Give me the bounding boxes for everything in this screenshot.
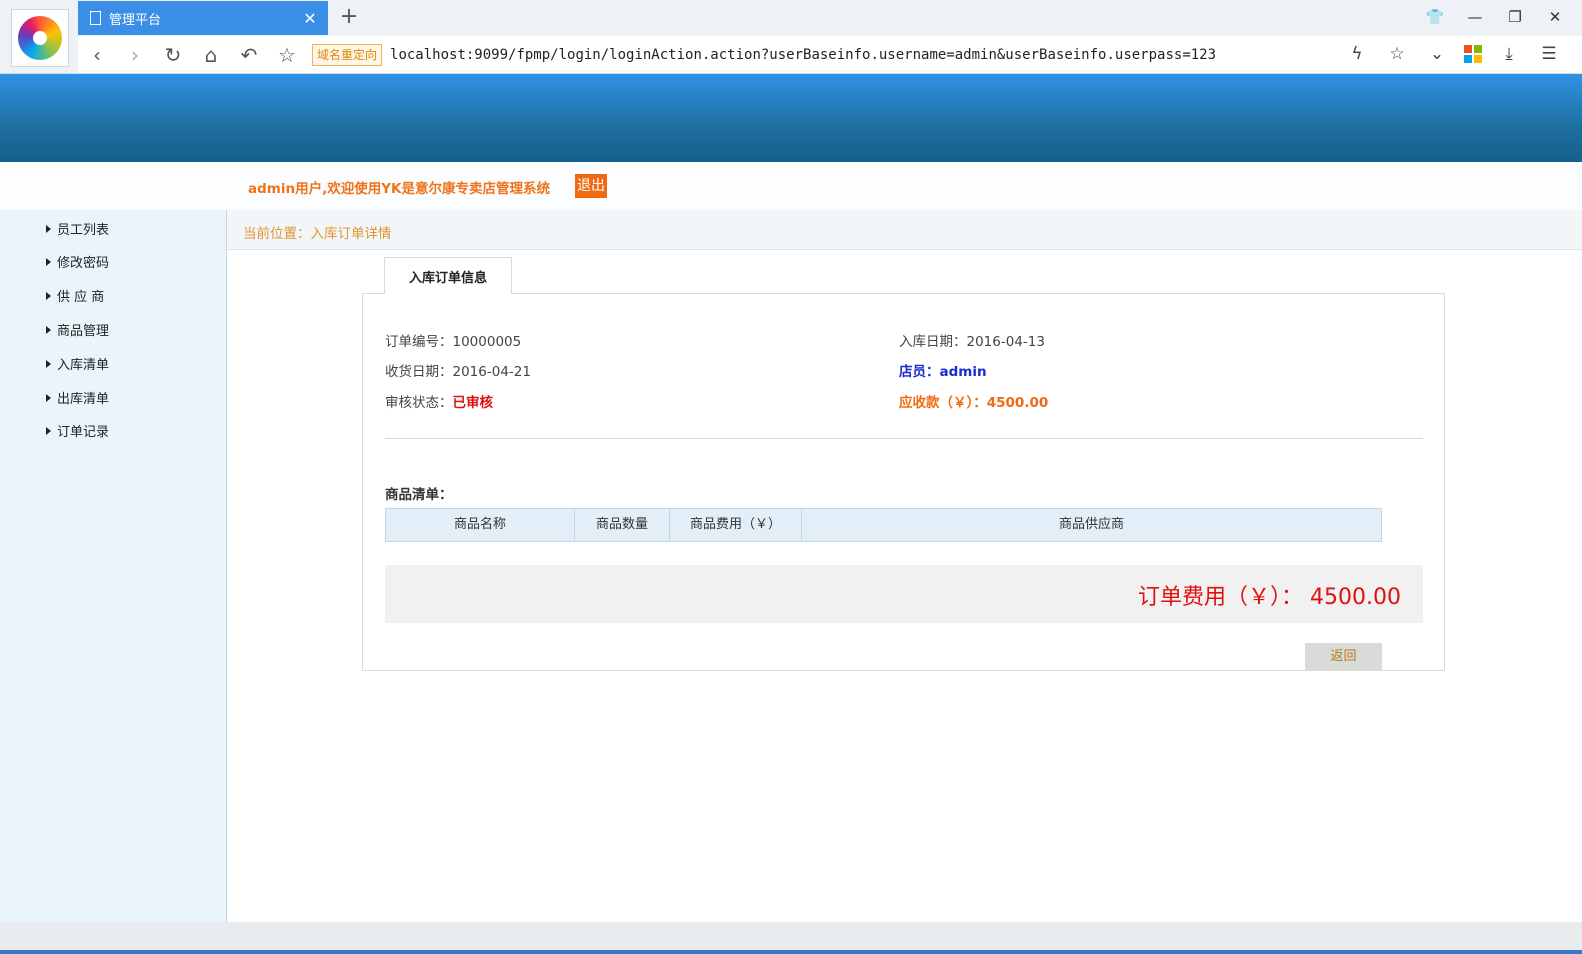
stock-date: 2016-04-13	[966, 334, 1045, 350]
status-bar	[0, 922, 1582, 950]
browser-chrome: 管理平台 ✕ + 👕 — ❐ ✕ ‹ › ↻ ⌂ ↶ ☆ 域名重定向 local…	[0, 0, 1582, 74]
redirect-badge[interactable]: 域名重定向	[312, 43, 383, 66]
clerk: admin	[939, 364, 987, 380]
sidebar-item-stock-in[interactable]: 入库清单	[46, 354, 109, 373]
triangle-right-icon	[46, 359, 51, 368]
tab-title: 管理平台	[109, 12, 162, 28]
receivable-amount: 4500.00	[986, 395, 1049, 411]
divider	[385, 438, 1423, 439]
star-icon[interactable]: ☆	[268, 40, 306, 70]
chevron-down-icon[interactable]: ⌄	[1424, 40, 1450, 68]
welcome-text: admin用户,欢迎使用YK是意尔康专卖店管理系统	[248, 181, 550, 197]
home-icon[interactable]: ⌂	[192, 40, 230, 70]
audit-status-field: 审核状态：已审核	[385, 395, 494, 411]
clerk-field: 店员：admin	[899, 364, 987, 380]
triangle-right-icon	[46, 257, 51, 266]
url-input[interactable]: localhost:9099/fpmp/login/loginAction.ac…	[390, 47, 1340, 63]
menu-icon[interactable]: ☰	[1536, 40, 1562, 68]
lightning-icon[interactable]: ϟ	[1344, 40, 1370, 68]
browser-tab[interactable]: 管理平台 ✕	[78, 1, 328, 35]
order-number: 10000005	[452, 334, 522, 350]
triangle-right-icon	[46, 224, 51, 233]
download-icon[interactable]: ⤓	[1496, 40, 1522, 68]
sidebar-item-stock-out[interactable]: 出库清单	[46, 388, 109, 407]
stock-date-field: 入库日期：2016-04-13	[899, 334, 1045, 350]
close-window-icon[interactable]: ✕	[1542, 4, 1568, 30]
breadcrumb: 当前位置：入库订单详情	[243, 226, 392, 242]
reload-icon[interactable]: ↻	[154, 40, 192, 70]
sidebar-item-password[interactable]: 修改密码	[46, 252, 109, 271]
back-button[interactable]: 返回	[1305, 643, 1382, 671]
restore-icon[interactable]: ❐	[1502, 4, 1528, 30]
welcome-bar: admin用户,欢迎使用YK是意尔康专卖店管理系统 退出	[0, 162, 1582, 210]
triangle-right-icon	[46, 426, 51, 435]
receive-date: 2016-04-21	[452, 364, 531, 380]
product-table-header: 商品名称 商品数量 商品费用（￥） 商品供应商	[385, 508, 1382, 542]
back-icon[interactable]: ‹	[78, 40, 116, 70]
audit-status: 已审核	[452, 395, 494, 411]
triangle-right-icon	[46, 393, 51, 402]
window-controls: 👕 — ❐ ✕	[1422, 4, 1568, 30]
column-header-supplier: 商品供应商	[1058, 517, 1124, 532]
product-list-title: 商品清单：	[385, 487, 453, 503]
sidebar: 员工列表 修改密码 供 应 商 商品管理 入库清单 出库清单 订单记录	[0, 210, 227, 922]
bookmark-star-icon[interactable]: ☆	[1384, 40, 1410, 68]
url-actions: ϟ ☆ ⌄ ⤓ ☰	[1344, 40, 1562, 68]
page-banner	[0, 74, 1582, 162]
sidebar-item-employees[interactable]: 员工列表	[46, 219, 109, 238]
column-header-quantity: 商品数量	[575, 509, 670, 541]
minimize-icon[interactable]: —	[1462, 4, 1488, 30]
receive-date-field: 收货日期：2016-04-21	[385, 364, 531, 380]
apps-icon[interactable]	[1464, 45, 1482, 63]
browser-logo-icon	[18, 16, 62, 60]
new-tab-button[interactable]: +	[336, 4, 362, 30]
tab-stock-in-order-info[interactable]: 入库订单信息	[384, 257, 512, 294]
tab-close-icon[interactable]: ✕	[300, 9, 320, 28]
column-header-cost: 商品费用（￥）	[670, 509, 802, 541]
taskbar-edge	[0, 950, 1582, 954]
sidebar-item-products[interactable]: 商品管理	[46, 320, 109, 339]
column-header-product-name: 商品名称	[386, 509, 575, 541]
breadcrumb-bar: 当前位置：入库订单详情	[227, 210, 1582, 250]
order-number-field: 订单编号：10000005	[385, 334, 522, 350]
sidebar-item-orders[interactable]: 订单记录	[46, 421, 109, 440]
triangle-right-icon	[46, 291, 51, 300]
skin-icon[interactable]: 👕	[1422, 4, 1448, 30]
browser-logo	[11, 9, 69, 67]
page-icon	[90, 11, 101, 25]
triangle-right-icon	[46, 325, 51, 334]
order-detail-panel: 订单编号：10000005 收货日期：2016-04-21 审核状态：已审核 入…	[362, 293, 1445, 671]
order-total-bar: 订单费用（￥）： 4500.00	[385, 565, 1423, 623]
forward-icon[interactable]: ›	[116, 40, 154, 70]
sidebar-item-suppliers[interactable]: 供 应 商	[46, 286, 104, 305]
order-total-amount: 4500.00	[1310, 585, 1401, 610]
undo-icon[interactable]: ↶	[230, 40, 268, 70]
logout-button[interactable]: 退出	[575, 174, 607, 198]
main-content: 当前位置：入库订单详情 入库订单信息 订单编号：10000005 收货日期：20…	[227, 210, 1582, 922]
order-total: 订单费用（￥）： 4500.00	[1138, 585, 1401, 610]
receivable-field: 应收款（￥）：4500.00	[899, 395, 1049, 411]
address-row: ‹ › ↻ ⌂ ↶ ☆ 域名重定向 localhost:9099/fpmp/lo…	[78, 36, 1582, 73]
